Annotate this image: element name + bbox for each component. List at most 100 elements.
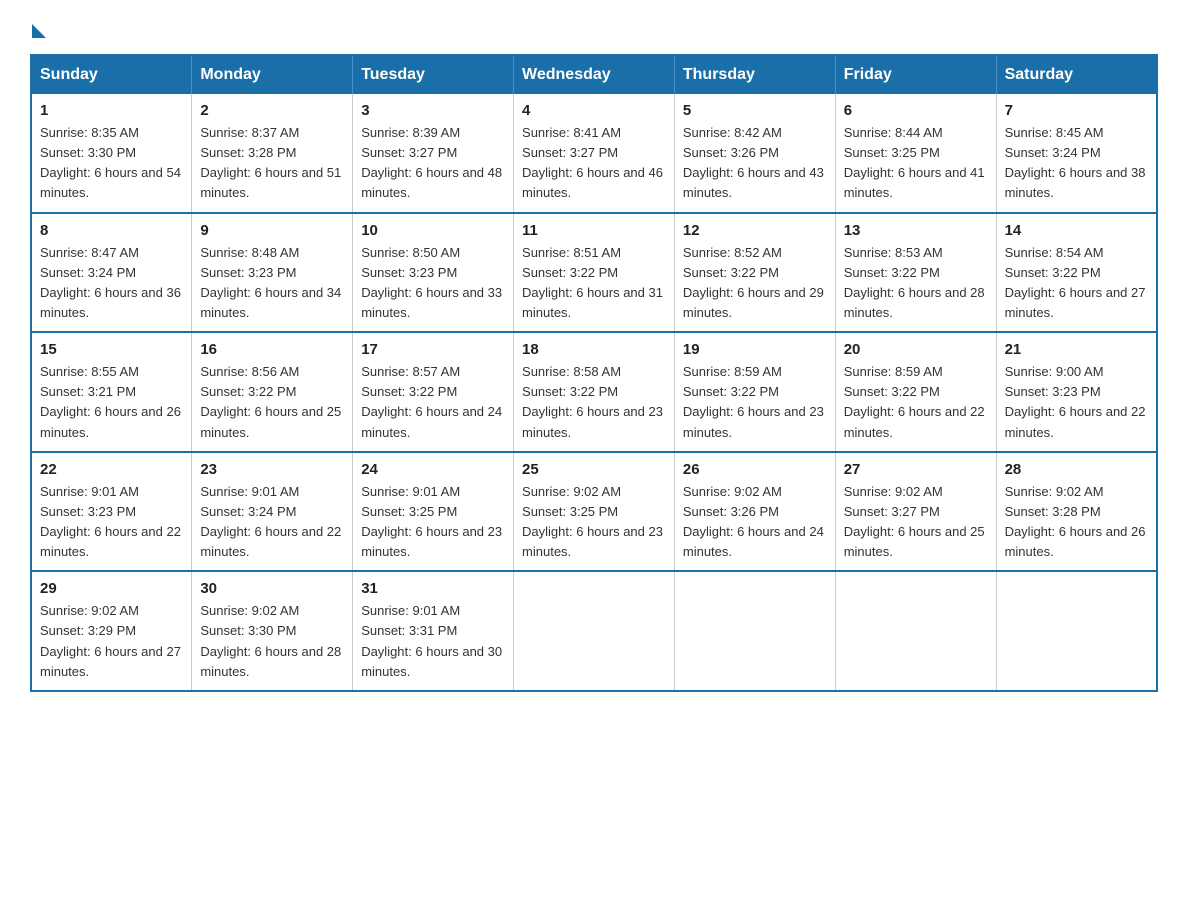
calendar-cell: 27 Sunrise: 9:02 AMSunset: 3:27 PMDayligh… bbox=[835, 452, 996, 572]
calendar-cell: 12 Sunrise: 8:52 AMSunset: 3:22 PMDayligh… bbox=[674, 213, 835, 333]
day-number: 24 bbox=[361, 461, 505, 478]
calendar-cell: 31 Sunrise: 9:01 AMSunset: 3:31 PMDayligh… bbox=[353, 571, 514, 691]
calendar-cell: 20Sunrise: 8:59 AMSunset: 3:22 PMDayligh… bbox=[835, 332, 996, 452]
calendar-week-row: 15 Sunrise: 8:55 AMSunset: 3:21 PMDayligh… bbox=[31, 332, 1157, 452]
logo bbox=[30, 20, 46, 34]
calendar-cell: 30 Sunrise: 9:02 AMSunset: 3:30 PMDayligh… bbox=[192, 571, 353, 691]
weekday-header-tuesday: Tuesday bbox=[353, 55, 514, 94]
calendar-cell bbox=[674, 571, 835, 691]
day-number: 29 bbox=[40, 580, 183, 597]
day-info: Sunrise: 9:02 AMSunset: 3:28 PMDaylight:… bbox=[1005, 482, 1148, 563]
calendar-week-row: 1Sunrise: 8:35 AMSunset: 3:30 PMDaylight… bbox=[31, 94, 1157, 213]
calendar-cell: 6 Sunrise: 8:44 AMSunset: 3:25 PMDaylight… bbox=[835, 94, 996, 213]
day-number: 16 bbox=[200, 341, 344, 358]
day-number: 8 bbox=[40, 222, 183, 239]
day-number: 18 bbox=[522, 341, 666, 358]
calendar-cell: 7Sunrise: 8:45 AMSunset: 3:24 PMDaylight… bbox=[996, 94, 1157, 213]
weekday-header-saturday: Saturday bbox=[996, 55, 1157, 94]
weekday-header-wednesday: Wednesday bbox=[514, 55, 675, 94]
calendar-cell: 26 Sunrise: 9:02 AMSunset: 3:26 PMDayligh… bbox=[674, 452, 835, 572]
day-number: 14 bbox=[1005, 222, 1148, 239]
calendar-cell: 5Sunrise: 8:42 AMSunset: 3:26 PMDaylight… bbox=[674, 94, 835, 213]
day-number: 26 bbox=[683, 461, 827, 478]
day-number: 15 bbox=[40, 341, 183, 358]
day-number: 13 bbox=[844, 222, 988, 239]
day-info: Sunrise: 9:01 AMSunset: 3:25 PMDaylight:… bbox=[361, 482, 505, 563]
day-number: 2 bbox=[200, 102, 344, 119]
calendar-cell: 19 Sunrise: 8:59 AMSunset: 3:22 PMDayligh… bbox=[674, 332, 835, 452]
day-number: 10 bbox=[361, 222, 505, 239]
day-info: Sunrise: 8:59 AMSunset: 3:22 PMDaylight:… bbox=[683, 362, 827, 443]
calendar-cell: 8Sunrise: 8:47 AMSunset: 3:24 PMDaylight… bbox=[31, 213, 192, 333]
day-info: Sunrise: 8:50 AMSunset: 3:23 PMDaylight:… bbox=[361, 243, 505, 324]
calendar-cell: 1Sunrise: 8:35 AMSunset: 3:30 PMDaylight… bbox=[31, 94, 192, 213]
calendar-cell: 21 Sunrise: 9:00 AMSunset: 3:23 PMDayligh… bbox=[996, 332, 1157, 452]
day-info: Sunrise: 8:58 AMSunset: 3:22 PMDaylight:… bbox=[522, 362, 666, 443]
day-number: 23 bbox=[200, 461, 344, 478]
calendar-cell: 2 Sunrise: 8:37 AMSunset: 3:28 PMDaylight… bbox=[192, 94, 353, 213]
calendar-cell: 22 Sunrise: 9:01 AMSunset: 3:23 PMDayligh… bbox=[31, 452, 192, 572]
calendar-cell: 24 Sunrise: 9:01 AMSunset: 3:25 PMDayligh… bbox=[353, 452, 514, 572]
page-header bbox=[30, 20, 1158, 34]
day-number: 30 bbox=[200, 580, 344, 597]
calendar-cell: 3Sunrise: 8:39 AMSunset: 3:27 PMDaylight… bbox=[353, 94, 514, 213]
weekday-header-sunday: Sunday bbox=[31, 55, 192, 94]
day-info: Sunrise: 9:02 AMSunset: 3:25 PMDaylight:… bbox=[522, 482, 666, 563]
day-info: Sunrise: 9:00 AMSunset: 3:23 PMDaylight:… bbox=[1005, 362, 1148, 443]
day-number: 31 bbox=[361, 580, 505, 597]
day-number: 25 bbox=[522, 461, 666, 478]
calendar-cell: 11Sunrise: 8:51 AMSunset: 3:22 PMDayligh… bbox=[514, 213, 675, 333]
day-info: Sunrise: 8:52 AMSunset: 3:22 PMDaylight:… bbox=[683, 243, 827, 324]
day-number: 11 bbox=[522, 222, 666, 239]
calendar-week-row: 22 Sunrise: 9:01 AMSunset: 3:23 PMDayligh… bbox=[31, 452, 1157, 572]
calendar-cell: 10 Sunrise: 8:50 AMSunset: 3:23 PMDayligh… bbox=[353, 213, 514, 333]
day-number: 19 bbox=[683, 341, 827, 358]
calendar-cell: 23 Sunrise: 9:01 AMSunset: 3:24 PMDayligh… bbox=[192, 452, 353, 572]
day-info: Sunrise: 9:02 AMSunset: 3:30 PMDaylight:… bbox=[200, 601, 344, 682]
day-number: 28 bbox=[1005, 461, 1148, 478]
calendar-cell: 9Sunrise: 8:48 AMSunset: 3:23 PMDaylight… bbox=[192, 213, 353, 333]
day-number: 4 bbox=[522, 102, 666, 119]
calendar-cell: 4 Sunrise: 8:41 AMSunset: 3:27 PMDaylight… bbox=[514, 94, 675, 213]
calendar-cell: 28 Sunrise: 9:02 AMSunset: 3:28 PMDayligh… bbox=[996, 452, 1157, 572]
day-info: Sunrise: 8:55 AMSunset: 3:21 PMDaylight:… bbox=[40, 362, 183, 443]
calendar-cell: 14 Sunrise: 8:54 AMSunset: 3:22 PMDayligh… bbox=[996, 213, 1157, 333]
day-number: 20 bbox=[844, 341, 988, 358]
calendar-table: SundayMondayTuesdayWednesdayThursdayFrid… bbox=[30, 54, 1158, 692]
day-info: Sunrise: 8:41 AMSunset: 3:27 PMDaylight:… bbox=[522, 123, 666, 204]
weekday-header-thursday: Thursday bbox=[674, 55, 835, 94]
day-info: Sunrise: 8:37 AMSunset: 3:28 PMDaylight:… bbox=[200, 123, 344, 204]
day-number: 27 bbox=[844, 461, 988, 478]
calendar-week-row: 8Sunrise: 8:47 AMSunset: 3:24 PMDaylight… bbox=[31, 213, 1157, 333]
day-number: 5 bbox=[683, 102, 827, 119]
day-number: 22 bbox=[40, 461, 183, 478]
day-info: Sunrise: 9:02 AMSunset: 3:29 PMDaylight:… bbox=[40, 601, 183, 682]
calendar-cell: 25 Sunrise: 9:02 AMSunset: 3:25 PMDayligh… bbox=[514, 452, 675, 572]
day-number: 17 bbox=[361, 341, 505, 358]
day-info: Sunrise: 8:57 AMSunset: 3:22 PMDaylight:… bbox=[361, 362, 505, 443]
calendar-cell: 15 Sunrise: 8:55 AMSunset: 3:21 PMDayligh… bbox=[31, 332, 192, 452]
day-number: 1 bbox=[40, 102, 183, 119]
day-info: Sunrise: 9:02 AMSunset: 3:26 PMDaylight:… bbox=[683, 482, 827, 563]
day-info: Sunrise: 8:54 AMSunset: 3:22 PMDaylight:… bbox=[1005, 243, 1148, 324]
calendar-cell: 18 Sunrise: 8:58 AMSunset: 3:22 PMDayligh… bbox=[514, 332, 675, 452]
day-number: 7 bbox=[1005, 102, 1148, 119]
logo-arrow-icon bbox=[32, 24, 46, 38]
day-info: Sunrise: 9:01 AMSunset: 3:24 PMDaylight:… bbox=[200, 482, 344, 563]
day-info: Sunrise: 9:01 AMSunset: 3:23 PMDaylight:… bbox=[40, 482, 183, 563]
weekday-header-row: SundayMondayTuesdayWednesdayThursdayFrid… bbox=[31, 55, 1157, 94]
day-info: Sunrise: 9:01 AMSunset: 3:31 PMDaylight:… bbox=[361, 601, 505, 682]
day-info: Sunrise: 9:02 AMSunset: 3:27 PMDaylight:… bbox=[844, 482, 988, 563]
weekday-header-monday: Monday bbox=[192, 55, 353, 94]
day-info: Sunrise: 8:44 AMSunset: 3:25 PMDaylight:… bbox=[844, 123, 988, 204]
calendar-cell bbox=[835, 571, 996, 691]
calendar-cell bbox=[514, 571, 675, 691]
day-number: 6 bbox=[844, 102, 988, 119]
weekday-header-friday: Friday bbox=[835, 55, 996, 94]
day-number: 3 bbox=[361, 102, 505, 119]
day-info: Sunrise: 8:48 AMSunset: 3:23 PMDaylight:… bbox=[200, 243, 344, 324]
day-number: 12 bbox=[683, 222, 827, 239]
day-info: Sunrise: 8:56 AMSunset: 3:22 PMDaylight:… bbox=[200, 362, 344, 443]
day-number: 21 bbox=[1005, 341, 1148, 358]
calendar-cell: 13Sunrise: 8:53 AMSunset: 3:22 PMDayligh… bbox=[835, 213, 996, 333]
